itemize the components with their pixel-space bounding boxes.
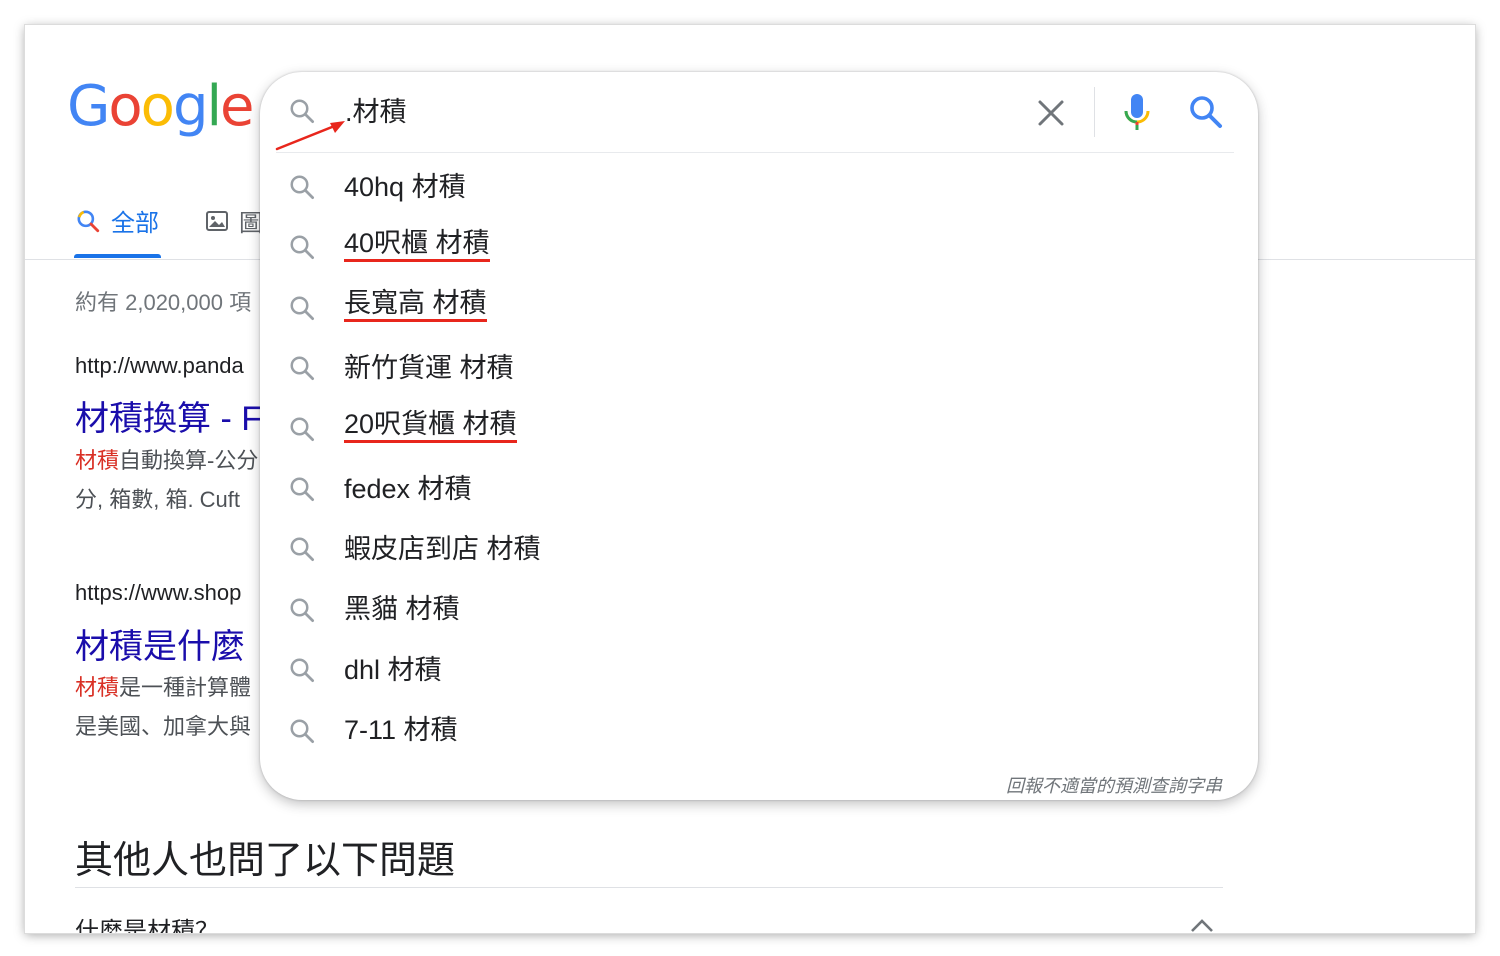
suggestion-text: 40hq 材積: [344, 171, 466, 202]
result-1-snippet-text: 自動換算-公分: [119, 448, 259, 473]
search-icon: [290, 296, 314, 320]
tab-all-label: 全部: [111, 210, 159, 237]
result-2-snippet-highlight: 材積: [75, 675, 120, 700]
result-2-snippet-text: 是一種計算體: [119, 675, 252, 700]
suggestion-item[interactable]: 40呎櫃 材積: [260, 214, 1258, 274]
logo-letter: G: [67, 74, 110, 139]
search-submit-icon[interactable]: [1187, 93, 1225, 131]
suggestion-text: 黑貓 材積: [344, 594, 460, 625]
image-icon: [206, 210, 228, 231]
search-icon: [290, 356, 314, 381]
search-icon: [290, 658, 314, 683]
people-also-ask-heading: 其他人也問了以下問題: [75, 840, 456, 882]
annotation-arrow: [275, 121, 345, 151]
suggestion-item[interactable]: 黑貓 材積: [260, 577, 1258, 637]
browser-page: Google 全部 圖 約有 2,020,000 項 http://www.pa…: [25, 25, 1475, 933]
search-box: [260, 72, 1258, 152]
result-2-url[interactable]: https://www.shop: [75, 580, 241, 606]
logo-letter: e: [220, 74, 254, 139]
suggestion-text: 40呎櫃 材積: [344, 227, 490, 263]
google-logo[interactable]: Google: [67, 74, 255, 139]
suggestion-text: fedex 材積: [344, 473, 472, 504]
result-2-snippet-line1: 材積是一種計算體: [75, 669, 251, 707]
suggestion-item[interactable]: 20呎貨櫃 材積: [260, 396, 1258, 456]
result-2-title[interactable]: 材積是什麼: [75, 619, 245, 668]
search-icon: [290, 417, 314, 441]
suggestion-text: 蝦皮店到店 材積: [344, 534, 541, 565]
search-icon: [290, 598, 314, 622]
tab-all[interactable]: 全部: [75, 203, 159, 238]
clear-icon[interactable]: [1034, 96, 1068, 130]
people-also-ask-question[interactable]: 什麼是材積？: [75, 911, 219, 933]
logo-letter: o: [108, 74, 142, 139]
result-1-snippet-highlight: 材積: [75, 448, 120, 473]
logo-letter: l: [206, 74, 222, 139]
search-suggestions-popup: 40hq 材積 40呎櫃 材積長寬高 材積新竹貨運 材積 20呎貨櫃 材積 fedex…: [260, 72, 1258, 800]
suggestion-text: 長寬高 材積: [344, 287, 487, 323]
suggestion-text: 20呎貨櫃 材積: [344, 408, 517, 444]
suggestion-text: dhl 材積: [344, 654, 442, 685]
suggestion-text: 新竹貨運 材積: [344, 352, 514, 383]
suggestion-item[interactable]: fedex 材積: [260, 456, 1258, 516]
search-icon: [290, 175, 314, 199]
logo-letter: o: [140, 74, 175, 139]
search-icon: [290, 537, 314, 562]
suggestion-item[interactable]: 長寬高 材積: [260, 275, 1258, 335]
suggestion-item[interactable]: 40hq 材積: [260, 154, 1258, 214]
people-also-ask-divider: [75, 887, 1223, 888]
tab-images[interactable]: 圖: [205, 203, 263, 238]
result-1-snippet-line2: 分, 箱數, 箱. Cuft: [75, 487, 241, 512]
suggestion-text: 7-11 材積: [344, 715, 458, 746]
search-buttons-divider: [1094, 87, 1095, 137]
active-tab-indicator: [74, 254, 161, 258]
result-stats: 約有 2,020,000 項: [75, 290, 252, 315]
logo-letter: g: [172, 74, 209, 139]
search-icon: [290, 719, 314, 743]
suggestion-item[interactable]: dhl 材積: [260, 637, 1258, 697]
result-1-snippet-line1: 材積自動換算-公分: [75, 442, 258, 480]
suggestion-item[interactable]: 蝦皮店到店 材積: [260, 516, 1258, 576]
suggestion-item[interactable]: 7-11 材積: [260, 698, 1258, 758]
report-predictions-link[interactable]: 回報不適當的預測查詢字串: [1006, 772, 1222, 798]
suggestion-item[interactable]: 新竹貨運 材積: [260, 335, 1258, 395]
suggestion-divider: [276, 152, 1234, 153]
microphone-icon[interactable]: [1122, 92, 1152, 134]
search-icon: [77, 209, 100, 232]
result-2-snippet-line2: 是美國、加拿大與: [75, 714, 252, 739]
result-1-title[interactable]: 材積換算 - F: [75, 391, 262, 440]
suggestion-list: 40hq 材積 40呎櫃 材積 長寬高 材積新竹貨運 材積 20呎貨櫃 材積 fedex…: [260, 154, 1258, 758]
search-icon: [290, 235, 314, 260]
search-input[interactable]: [345, 94, 1005, 125]
search-icon: [290, 477, 314, 501]
result-1-url[interactable]: http://www.panda: [75, 353, 244, 379]
chevron-up-icon[interactable]: [1189, 915, 1215, 933]
